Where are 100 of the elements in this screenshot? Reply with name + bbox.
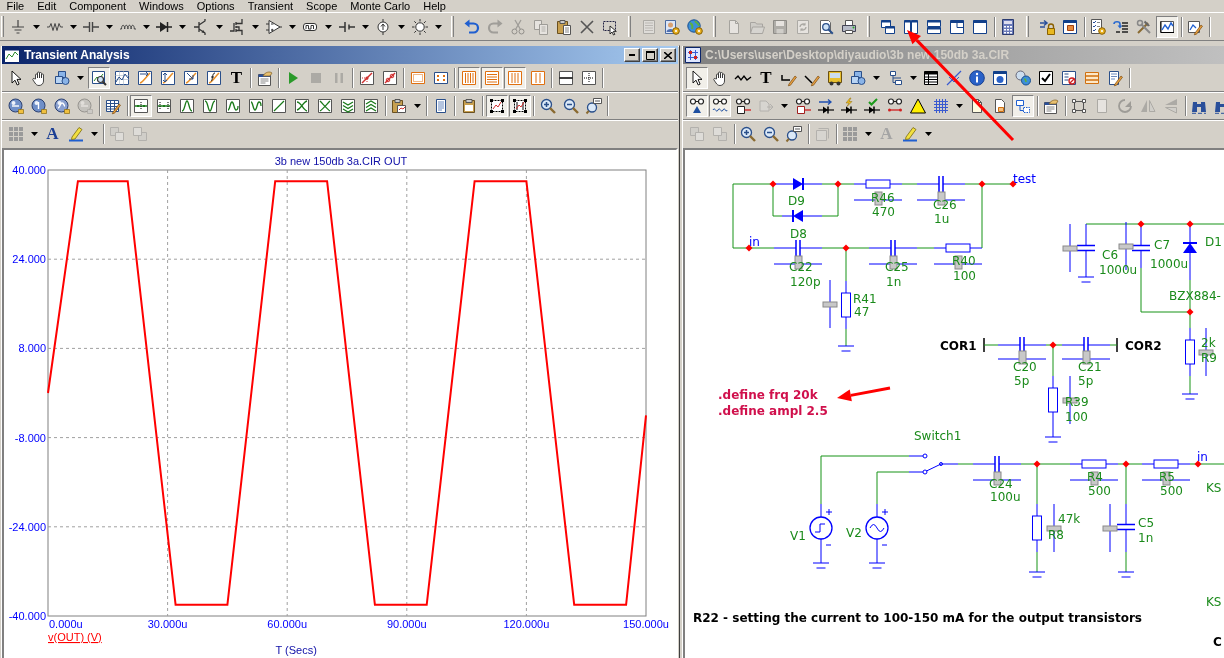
properties-hand-icon[interactable]: [256, 70, 273, 86]
clipboard-icon[interactable]: [391, 98, 407, 114]
caret-icon[interactable]: [781, 104, 788, 108]
help-window-icon[interactable]: [992, 70, 1008, 86]
user-gear-icon[interactable]: [664, 18, 680, 35]
ball-icon[interactable]: [8, 98, 24, 114]
cascade-windows-icon[interactable]: [880, 18, 896, 35]
clipboard-icon[interactable]: [460, 98, 477, 114]
caret-icon[interactable]: [325, 24, 332, 29]
bus-icon[interactable]: [827, 70, 843, 86]
menu-item[interactable]: Windows: [132, 0, 191, 12]
vertical-lines-icon[interactable]: [503, 67, 526, 89]
crosshair-icon[interactable]: [580, 70, 597, 86]
caret-icon[interactable]: [90, 132, 98, 136]
highlighter-icon[interactable]: [901, 126, 918, 142]
shapes-icon[interactable]: [850, 70, 866, 86]
crossed-line-icon[interactable]: [946, 70, 962, 86]
arrow-diode-icon[interactable]: [817, 98, 834, 114]
document-icon[interactable]: [992, 98, 1008, 114]
graph-pencil-icon[interactable]: [1187, 18, 1203, 35]
zoom-out-icon[interactable]: [562, 98, 579, 114]
graph-arrow-icon[interactable]: [159, 70, 176, 86]
list-arrow-icon[interactable]: [1113, 18, 1129, 35]
ground-icon[interactable]: [10, 18, 26, 35]
menu-item[interactable]: Scope: [299, 0, 344, 12]
vertical-lines-icon[interactable]: [529, 70, 546, 86]
caret-icon[interactable]: [398, 24, 405, 29]
valley-curve-icon[interactable]: [202, 98, 218, 114]
dotted-square-icon[interactable]: [1071, 98, 1087, 114]
glasses-icon[interactable]: [709, 95, 731, 117]
graph-arrow-icon[interactable]: [182, 70, 199, 86]
linked-boxes-icon[interactable]: [1012, 95, 1034, 117]
caret-icon[interactable]: [434, 24, 442, 29]
tile-horizontal-icon[interactable]: [926, 18, 942, 35]
hand-icon[interactable]: [712, 70, 728, 86]
caret-icon[interactable]: [909, 76, 917, 80]
text-tool-button[interactable]: T: [228, 70, 245, 86]
menu-item[interactable]: Monte Carlo: [343, 0, 417, 12]
line-graph-icon[interactable]: [1156, 15, 1178, 38]
caret-icon[interactable]: [414, 104, 421, 108]
bell-curve-icon[interactable]: [179, 98, 195, 114]
ball-icon[interactable]: [31, 98, 47, 114]
info-icon[interactable]: [969, 70, 985, 86]
split-window-icon[interactable]: [949, 18, 965, 35]
zoom-out-icon[interactable]: [763, 126, 779, 142]
chevron-lines-icon[interactable]: [363, 98, 379, 114]
grid-window-icon[interactable]: [685, 47, 701, 63]
caret-icon[interactable]: [865, 132, 872, 136]
undo-icon[interactable]: [464, 18, 480, 35]
highlighter-icon[interactable]: [67, 126, 84, 142]
picture-window-icon[interactable]: [1062, 18, 1078, 35]
horizontal-lines-icon[interactable]: [480, 67, 503, 89]
tick-diode-icon[interactable]: [863, 98, 880, 114]
delete-icon[interactable]: [579, 18, 595, 35]
checklist-icon[interactable]: [1061, 70, 1077, 86]
print-preview-icon[interactable]: [818, 18, 834, 35]
caret-icon[interactable]: [106, 24, 113, 29]
tile-vertical-icon[interactable]: [903, 18, 919, 35]
clipboard-icon[interactable]: [556, 18, 572, 35]
minimize-button[interactable]: [624, 48, 640, 62]
globe-link-icon[interactable]: [1015, 70, 1031, 86]
current-source-icon[interactable]: [375, 18, 391, 35]
selection-icon[interactable]: [602, 18, 618, 35]
point-graph-icon[interactable]: [358, 70, 375, 86]
bolt-diode-icon[interactable]: [840, 98, 857, 114]
graph-frame-icon[interactable]: [485, 95, 508, 117]
glasses-icon[interactable]: [794, 98, 811, 114]
caret-icon[interactable]: [252, 24, 259, 29]
print-icon[interactable]: [841, 18, 857, 35]
ball-icon[interactable]: [54, 98, 70, 114]
graph-magnifier-icon[interactable]: [87, 67, 110, 89]
properties-hand-icon[interactable]: [1043, 98, 1059, 114]
pointer-icon[interactable]: [686, 67, 708, 89]
lamp-icon[interactable]: [411, 18, 428, 35]
font-button[interactable]: A: [44, 126, 61, 142]
caret-icon[interactable]: [31, 132, 38, 136]
text-tool-button[interactable]: T: [758, 70, 774, 86]
menu-item[interactable]: File: [0, 0, 31, 12]
graph-grid-icon[interactable]: [113, 70, 130, 86]
page-icon[interactable]: [969, 98, 985, 114]
caret-icon[interactable]: [955, 104, 963, 108]
table-edit-icon[interactable]: [105, 98, 121, 114]
glasses-icon[interactable]: [735, 98, 751, 114]
graph-window-icon[interactable]: [4, 47, 20, 63]
caret-icon[interactable]: [179, 24, 186, 29]
pointer-icon[interactable]: [8, 70, 24, 86]
globe-gear-icon[interactable]: [687, 18, 703, 35]
mosfet-icon[interactable]: [229, 18, 245, 35]
table-icon[interactable]: [923, 70, 939, 86]
zoom-in-icon[interactable]: [539, 98, 556, 114]
vertical-lines-icon[interactable]: [457, 67, 480, 89]
transistor-icon[interactable]: [192, 18, 209, 35]
caret-icon[interactable]: [69, 24, 77, 29]
magnifier-tag-icon[interactable]: [585, 98, 602, 114]
wave-graph-icon[interactable]: [225, 98, 241, 114]
function-graph-icon[interactable]: [205, 70, 222, 86]
zoom-in-icon[interactable]: [740, 126, 756, 142]
menu-item[interactable]: Options: [190, 0, 242, 12]
shapes-icon[interactable]: [54, 70, 70, 86]
maximize-button[interactable]: [642, 48, 658, 62]
